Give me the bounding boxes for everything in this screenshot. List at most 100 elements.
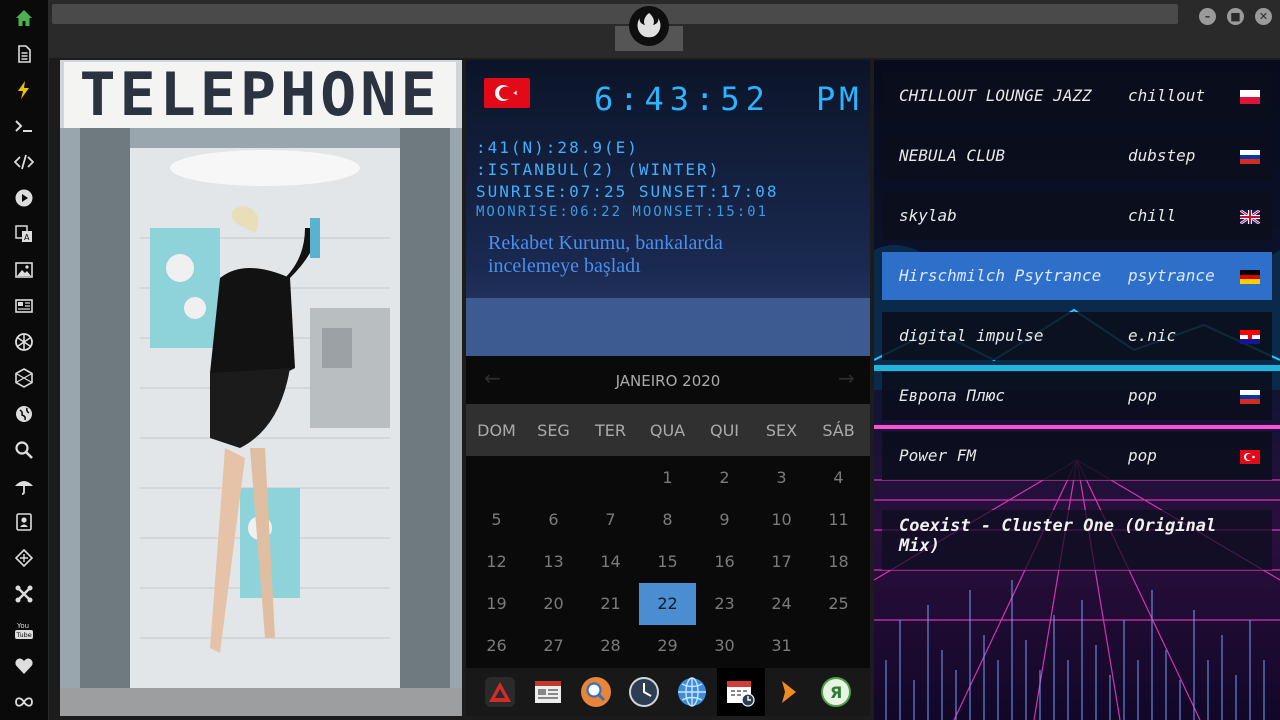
station-row[interactable]: skylab chill	[882, 192, 1272, 240]
infinity-icon[interactable]	[12, 690, 36, 714]
umbrella-icon[interactable]	[12, 474, 36, 498]
calendar-day[interactable]: 30	[696, 625, 753, 667]
calendar-day[interactable]: 2	[696, 457, 753, 499]
calendar-day[interactable]: 9	[696, 499, 753, 541]
search-app-icon[interactable]	[580, 676, 612, 708]
weekday-label: QUI	[709, 421, 740, 440]
uk-flag-icon	[1239, 208, 1261, 226]
svg-text:Tube: Tube	[16, 631, 32, 639]
network-icon[interactable]	[12, 546, 36, 570]
calendar-day[interactable]: 10	[753, 499, 810, 541]
search-icon[interactable]	[12, 438, 36, 462]
calendar-day[interactable]: 13	[525, 541, 582, 583]
terminal-icon[interactable]	[12, 114, 36, 138]
calendar-day[interactable]: 23	[696, 583, 753, 625]
hexagon-icon[interactable]	[12, 366, 36, 390]
station-genre: psytrance	[1128, 266, 1215, 285]
newspaper-app-icon[interactable]	[532, 676, 564, 708]
home-icon[interactable]	[12, 6, 36, 30]
contacts-icon[interactable]	[12, 510, 36, 534]
weekday-header: DOM SEG TER QUA QUI SEX SÁB	[466, 404, 870, 456]
calendar-day[interactable]: 8	[639, 499, 696, 541]
youtube-icon[interactable]: You Tube	[12, 618, 36, 642]
rebel-emblem-icon[interactable]	[629, 6, 669, 46]
station-name: NEBULA CLUB	[899, 146, 1005, 165]
calendar-day[interactable]: 5	[468, 499, 525, 541]
play-icon[interactable]	[12, 186, 36, 210]
calendar-day[interactable]: 3	[753, 457, 810, 499]
translate-icon[interactable]: A	[12, 222, 36, 246]
station-row[interactable]: CHILLOUT LOUNGE JAZZ chillout	[882, 72, 1272, 120]
weekday-label: SEX	[765, 421, 798, 440]
app-dock: Я	[466, 668, 870, 716]
app-sidebar: A You Tube	[0, 0, 49, 720]
photo-panel: TELEPHONE	[60, 60, 462, 716]
weekday-label: QUA	[649, 421, 686, 440]
minimize-button[interactable]: –	[1199, 8, 1216, 25]
calendar-day[interactable]: 6	[525, 499, 582, 541]
calendar-day[interactable]: 15	[639, 541, 696, 583]
calendar-app-icon[interactable]	[724, 676, 756, 708]
image-icon[interactable]	[12, 258, 36, 282]
news-icon[interactable]	[12, 294, 36, 318]
calendar-day[interactable]: 12	[468, 541, 525, 583]
station-row[interactable]: Европа Плюс pop	[882, 372, 1272, 420]
calendar-day[interactable]: 7	[582, 499, 639, 541]
code-icon[interactable]	[12, 150, 36, 174]
calendar-month-title: JANEIRO 2020	[615, 372, 721, 390]
clock-ampm: PM	[816, 80, 863, 118]
calendar-widget: ← JANEIRO 2020 → DOM SEG TER QUA QUI SEX…	[466, 356, 870, 668]
next-month-icon[interactable]: →	[838, 366, 855, 390]
station-genre: chillout	[1128, 86, 1206, 105]
browser-app-icon[interactable]	[676, 676, 708, 708]
calendar-day[interactable]: 25	[810, 583, 867, 625]
lightning-icon[interactable]	[12, 78, 36, 102]
media-play-app-icon[interactable]	[772, 676, 804, 708]
station-row[interactable]: Power FM pop	[882, 432, 1272, 480]
germany-flag-icon	[1240, 269, 1260, 284]
calendar-day[interactable]: 16	[696, 541, 753, 583]
station-name: digital impulse	[899, 326, 1044, 345]
maximize-button[interactable]: ■	[1227, 8, 1244, 25]
calendar-day[interactable]: 14	[582, 541, 639, 583]
calendar-day[interactable]: 21	[582, 583, 639, 625]
station-row[interactable]: NEBULA CLUB dubstep	[882, 132, 1272, 180]
warning-app-icon[interactable]	[484, 676, 516, 708]
turkey-flag-icon	[484, 78, 530, 108]
calendar-day[interactable]: 27	[525, 625, 582, 667]
heart-icon[interactable]	[12, 654, 36, 678]
document-icon[interactable]	[12, 42, 36, 66]
calendar-day[interactable]: 29	[639, 625, 696, 667]
station-row[interactable]: Hirschmilch Psytrance psytrance	[882, 252, 1272, 300]
calendar-day[interactable]: 19	[468, 583, 525, 625]
calendar-day[interactable]: 31	[753, 625, 810, 667]
tools-icon[interactable]	[12, 582, 36, 606]
news-headline-line-2: incelemeye başladı	[488, 255, 641, 277]
turkey-flag-icon	[1240, 449, 1260, 464]
news-headline[interactable]: Rekabet Kurumu, bankalarda incelemeye ba…	[488, 232, 723, 278]
calendar-day[interactable]: 20	[525, 583, 582, 625]
moon-times-text: MOONRISE:06:22 MOONSET:15:01	[476, 204, 769, 220]
calendar-day[interactable]: 24	[753, 583, 810, 625]
clock-time: 6:43:52	[594, 80, 771, 118]
address-bar[interactable]	[52, 4, 1178, 24]
station-genre: dubstep	[1128, 146, 1196, 165]
close-button[interactable]: ✕	[1255, 8, 1272, 25]
rebel-icon[interactable]	[12, 330, 36, 354]
calendar-day[interactable]: 1	[639, 457, 696, 499]
yandex-letter: Я	[830, 683, 842, 702]
sun-times-text: SUNRISE:07:25 SUNSET:17:08	[476, 182, 779, 201]
calendar-day[interactable]: 17	[753, 541, 810, 583]
calendar-day-today[interactable]: 22	[639, 583, 696, 625]
clock-app-icon[interactable]	[628, 676, 660, 708]
station-row[interactable]: digital impulse e.nic	[882, 312, 1272, 360]
calendar-day[interactable]: 28	[582, 625, 639, 667]
calendar-day[interactable]: 26	[468, 625, 525, 667]
globe-icon[interactable]	[12, 402, 36, 426]
calendar-header: ← JANEIRO 2020 →	[466, 356, 870, 404]
calendar-day[interactable]: 18	[810, 541, 867, 583]
news-headline-line-1: Rekabet Kurumu, bankalarda	[488, 232, 723, 254]
calendar-day[interactable]: 11	[810, 499, 867, 541]
calendar-day[interactable]: 4	[810, 457, 867, 499]
yandex-app-icon[interactable]: Я	[820, 676, 852, 708]
